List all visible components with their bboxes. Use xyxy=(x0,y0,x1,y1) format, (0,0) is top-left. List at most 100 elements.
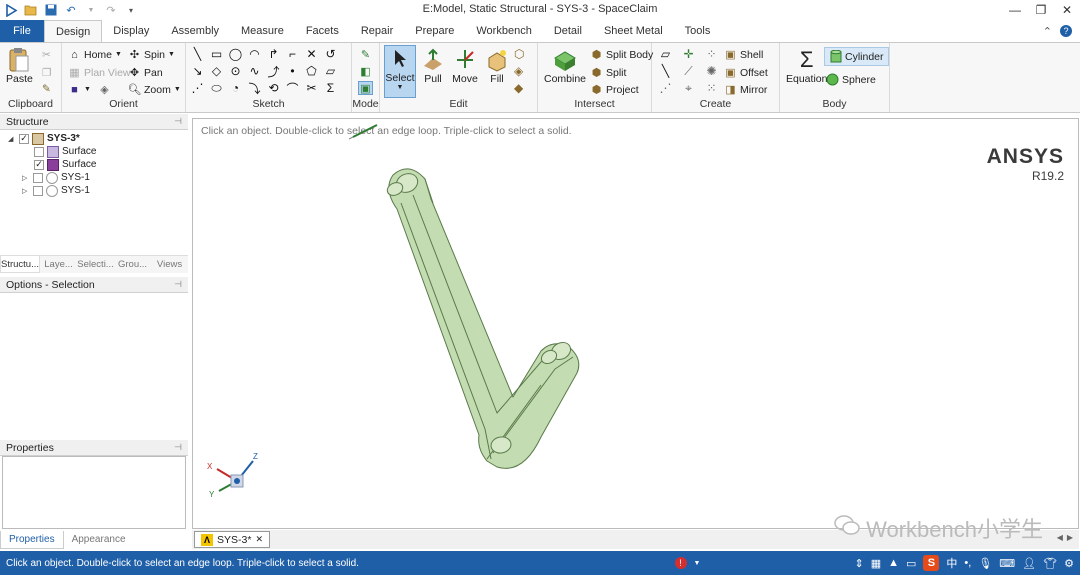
collapse-icon[interactable]: ◢ xyxy=(8,135,16,143)
minimize-icon[interactable]: — xyxy=(1002,0,1028,20)
create-rounded-corner-icon[interactable]: ⌒ xyxy=(285,81,300,96)
tab-display[interactable]: Display xyxy=(102,20,160,42)
blend-icon[interactable]: ⬡ xyxy=(514,47,524,61)
circle-icon[interactable]: ◯ xyxy=(228,47,243,61)
user-icon[interactable]: 👤︎ xyxy=(1022,557,1036,570)
sweep-arc-icon[interactable]: ↱ xyxy=(266,47,281,61)
replace-icon[interactable]: ◆ xyxy=(514,81,524,95)
split-button[interactable]: ⬢ Split xyxy=(590,66,627,80)
tab-facets[interactable]: Facets xyxy=(295,20,350,42)
split-line-icon[interactable]: ✂ xyxy=(304,81,319,95)
tab-workbench[interactable]: Workbench xyxy=(465,20,542,42)
ellipse-icon[interactable]: ⬭ xyxy=(209,81,224,95)
visibility-checkbox[interactable]: ✓ xyxy=(19,133,29,144)
cut-icon[interactable]: ✂ xyxy=(42,49,51,61)
tree-node-sys1-a[interactable]: ▷ SYS-1 xyxy=(22,171,90,184)
three-point-circle-icon[interactable]: ⊙ xyxy=(228,64,243,78)
restore-icon[interactable]: ❐ xyxy=(1028,0,1054,20)
plane-icon[interactable]: ▱ xyxy=(658,47,673,61)
pan-button[interactable]: ✥ Pan xyxy=(128,66,163,80)
equation-button[interactable]: Σ Equation xyxy=(786,47,827,85)
point-pattern-icon[interactable]: ⁘ xyxy=(704,47,719,61)
fill-button[interactable]: Fill xyxy=(484,47,510,85)
equation-icon[interactable]: Σ xyxy=(323,81,338,95)
axis-icon[interactable]: ╲ xyxy=(658,64,673,78)
sphere-button[interactable]: Sphere xyxy=(826,73,876,86)
tab-tools[interactable]: Tools xyxy=(674,20,722,42)
zoom-button[interactable]: 🔍︎ Zoom ▼ xyxy=(128,83,181,97)
pin-icon[interactable]: ⊣ xyxy=(174,116,182,127)
offset-button[interactable]: ▣ Offset xyxy=(724,66,768,80)
3d-mode-icon[interactable]: ▣ xyxy=(358,81,373,95)
coordinate-icon[interactable]: ⌖ xyxy=(681,81,696,95)
tab-repair[interactable]: Repair xyxy=(350,20,404,42)
tab-file[interactable]: File xyxy=(0,20,44,42)
open-icon[interactable] xyxy=(24,3,38,17)
collapse-ribbon-icon[interactable]: ⌃ xyxy=(1043,25,1052,38)
scroll-left-icon[interactable]: ◀ xyxy=(1057,533,1063,542)
visibility-checkbox[interactable]: ✓ xyxy=(34,159,44,170)
select-button[interactable]: Select ▼ xyxy=(384,45,416,98)
customize-qat-icon[interactable]: ▾ xyxy=(124,3,138,17)
format-painter-icon[interactable]: ✎ xyxy=(42,83,51,95)
shell-button[interactable]: ▣ Shell xyxy=(724,48,763,62)
punctuation-icon[interactable]: •, xyxy=(964,557,971,569)
origin-icon[interactable]: ✛ xyxy=(681,47,696,61)
tab-sheet-metal[interactable]: Sheet Metal xyxy=(593,20,674,42)
tree-node-sys1-b[interactable]: ▷ SYS-1 xyxy=(22,184,90,197)
tab-detail[interactable]: Detail xyxy=(543,20,593,42)
expand-icon[interactable]: ▷ xyxy=(22,174,30,182)
layout-icon[interactable]: ▭ xyxy=(906,557,916,570)
dropdown-icon[interactable]: ▼ xyxy=(84,3,98,17)
sogou-icon[interactable]: S xyxy=(923,555,940,571)
point-create-icon[interactable]: ⋰ xyxy=(658,81,673,95)
view-cube-button[interactable]: ■ ▼ ◈ xyxy=(68,83,111,97)
tab-design[interactable]: Design xyxy=(44,20,103,42)
split-body-button[interactable]: ⬢ Split Body xyxy=(590,48,654,62)
linear-pattern-icon[interactable]: ⟋ xyxy=(681,64,696,78)
section-mode-icon[interactable]: ◧ xyxy=(358,64,373,78)
keyboard-icon[interactable]: ⌨ xyxy=(999,557,1015,570)
visibility-checkbox[interactable] xyxy=(33,185,43,196)
pull-button[interactable]: Pull xyxy=(420,47,446,85)
expand-icon[interactable]: ▷ xyxy=(22,187,30,195)
graphics-viewport[interactable]: Click an object. Double-click to select … xyxy=(192,118,1079,529)
face-curve-icon[interactable]: ▱ xyxy=(323,64,338,78)
tab-views[interactable]: Views xyxy=(151,256,188,273)
redo-icon[interactable]: ↷ xyxy=(104,3,118,17)
ime-chinese-label[interactable]: 中 xyxy=(946,555,957,571)
help-icon[interactable]: ? xyxy=(1060,25,1072,37)
doc-tab-sys3[interactable]: Λ SYS-3* ✕ xyxy=(194,531,270,548)
tab-groups[interactable]: Grou... xyxy=(114,256,151,273)
pin-icon[interactable]: ⊣ xyxy=(174,442,182,453)
combine-button[interactable]: Combine xyxy=(544,47,586,85)
tab-layers[interactable]: Laye... xyxy=(40,256,77,273)
home-button[interactable]: ⌂ Home ▼ xyxy=(68,48,122,61)
scroll-right-icon[interactable]: ▶ xyxy=(1067,533,1073,542)
spin-toggle-icon[interactable]: ⇕ xyxy=(854,557,863,570)
visibility-checkbox[interactable] xyxy=(33,172,43,183)
pin-icon[interactable]: ⊣ xyxy=(174,279,182,290)
tangent-line-icon[interactable]: ↘ xyxy=(190,64,205,78)
visibility-checkbox[interactable] xyxy=(34,146,44,157)
close-tab-icon[interactable]: ✕ xyxy=(255,534,263,545)
error-icon[interactable]: ! xyxy=(674,557,687,569)
shirt-icon[interactable]: 👕︎ xyxy=(1043,557,1057,570)
tab-measure[interactable]: Measure xyxy=(230,20,295,42)
offset-curve-icon[interactable]: ⤴ xyxy=(266,64,281,79)
undo-icon[interactable]: ↶ xyxy=(64,3,78,17)
tree-node-surface-1[interactable]: Surface xyxy=(34,145,96,158)
circular-pattern-icon[interactable]: ✺ xyxy=(704,64,719,78)
trim-icon[interactable]: ✕ xyxy=(304,47,319,61)
arrow-up-icon[interactable]: ▲ xyxy=(888,557,899,569)
construction-line-icon[interactable]: ⋰ xyxy=(190,81,205,95)
plan-view-button[interactable]: ▦ Plan View xyxy=(68,66,130,80)
polygon-icon[interactable]: ⬠ xyxy=(304,64,319,78)
paste-button[interactable]: Paste xyxy=(6,47,33,85)
selection-filter-icon[interactable]: ▦ xyxy=(871,557,881,570)
arc-icon[interactable]: ◠ xyxy=(247,47,262,61)
tree-node-root[interactable]: ◢ ✓ SYS-3* xyxy=(8,132,80,145)
save-icon[interactable] xyxy=(44,3,58,17)
point-icon[interactable]: • xyxy=(285,64,300,78)
tab-structure[interactable]: Structu... xyxy=(0,256,41,273)
